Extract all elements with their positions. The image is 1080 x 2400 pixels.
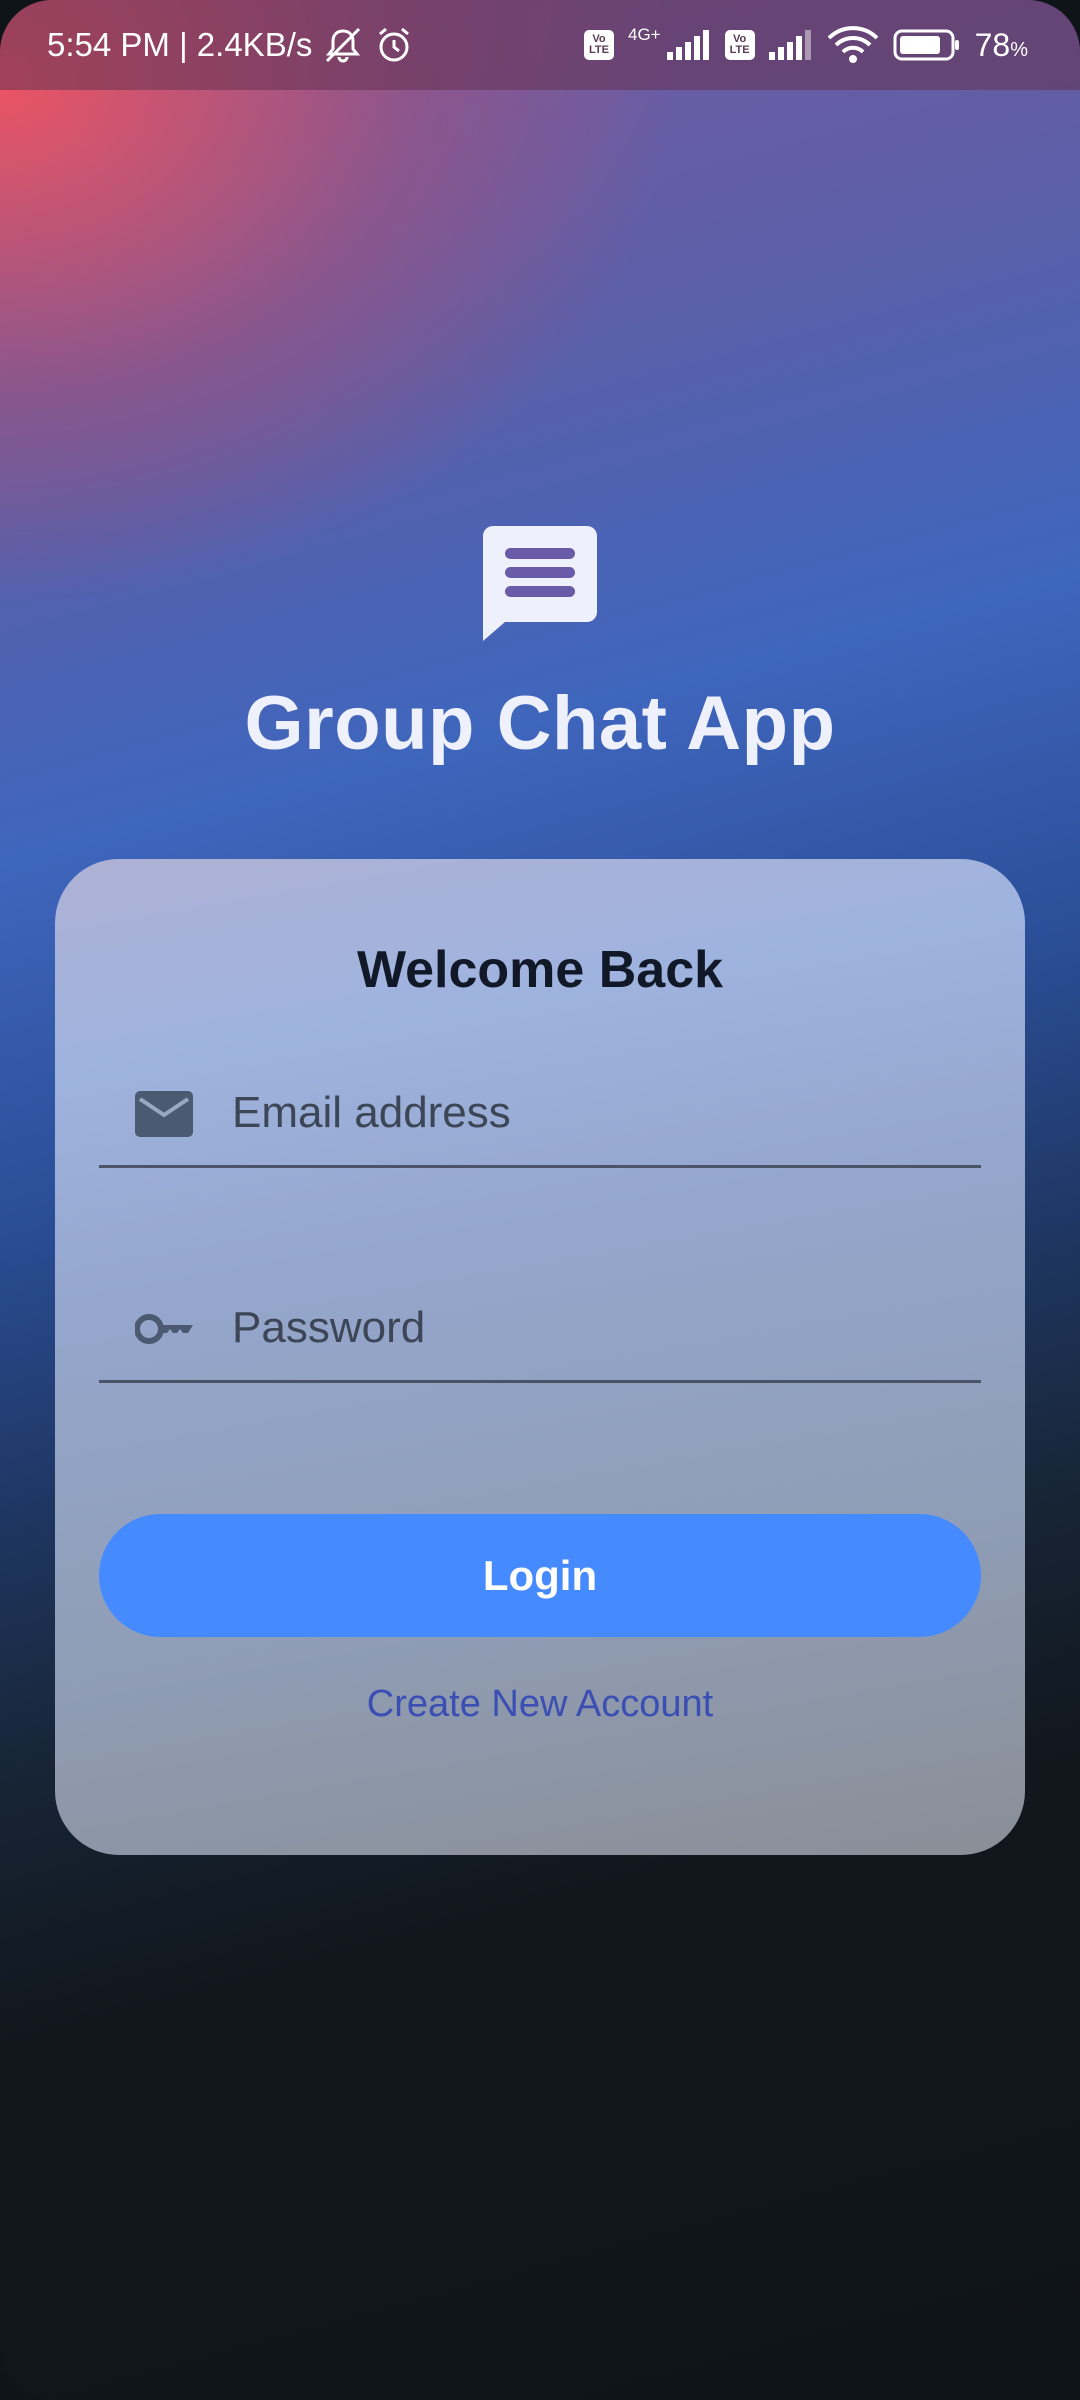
status-left: 5:54 PM | 2.4KB/s: [47, 0, 414, 90]
create-account-label[interactable]: Create New Account: [367, 1683, 713, 1725]
time-and-speed: 5:54 PM | 2.4KB/s: [47, 26, 313, 63]
wifi-icon: [827, 26, 879, 64]
alarm-icon: [374, 25, 414, 65]
volte-badge-sim2: Vo LTE: [724, 30, 755, 60]
app-title: Group Chat App: [244, 681, 836, 766]
card-title: Welcome Back: [356, 941, 724, 999]
volte-badge: Vo LTE: [584, 30, 614, 60]
battery-percent: 78%: [975, 27, 1028, 64]
password-field[interactable]: [99, 1270, 981, 1383]
mute-bell-icon: [322, 25, 364, 65]
key-icon: [134, 1306, 193, 1352]
login-button[interactable]: Login: [99, 1514, 981, 1637]
create-account-link[interactable]: Create New Account: [0, 1683, 1080, 1726]
battery-value: 78: [974, 26, 1011, 63]
email-field[interactable]: [99, 1055, 981, 1168]
login-screen: 5:54 PM | 2.4KB/s Vo LTE 4G+ Vo LTE 78% …: [0, 0, 1080, 2400]
signal-icon: [666, 30, 711, 60]
lte-label: LTE: [729, 44, 750, 56]
battery-unit: %: [1010, 38, 1028, 61]
signal-icon-sim2: [768, 30, 813, 60]
status-bar: 5:54 PM | 2.4KB/s Vo LTE 4G+ Vo LTE 78%: [0, 0, 1080, 90]
network-type: 4G+: [628, 25, 661, 44]
lte-label: LTE: [589, 44, 609, 56]
mail-icon: [135, 1091, 193, 1137]
battery-icon: [893, 29, 961, 61]
chat-bubble-icon: [483, 526, 597, 641]
email-input[interactable]: [232, 1079, 952, 1147]
status-right: Vo LTE 4G+ Vo LTE 78%: [584, 0, 1028, 90]
password-input[interactable]: [232, 1294, 952, 1362]
